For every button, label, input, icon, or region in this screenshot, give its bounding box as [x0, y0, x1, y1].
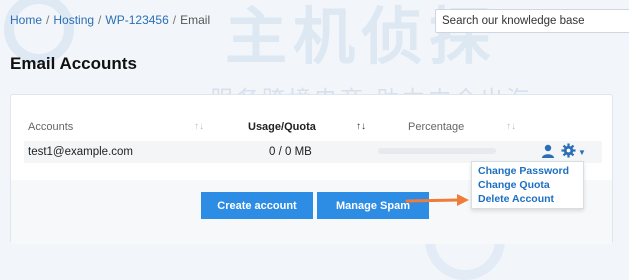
- column-header-percentage[interactable]: Percentage: [408, 121, 464, 133]
- breadcrumb: Home / Hosting / WP-123456/Email: [10, 13, 210, 27]
- breadcrumb-separator: /: [98, 13, 102, 27]
- sort-icon[interactable]: ↑↓: [194, 121, 204, 132]
- user-icon[interactable]: [541, 144, 555, 158]
- page-title: Email Accounts: [10, 54, 137, 73]
- percentage-bar: [378, 148, 496, 154]
- account-email: test1@example.com: [28, 146, 133, 158]
- menu-item-change-password[interactable]: Change Password: [478, 165, 569, 177]
- knowledge-base-search-input[interactable]: [435, 9, 629, 33]
- breadcrumb-separator: /: [46, 13, 50, 27]
- breadcrumb-hosting[interactable]: Hosting: [53, 13, 94, 27]
- breadcrumb-plan[interactable]: WP-123456: [105, 13, 168, 27]
- annotation-arrow: [405, 194, 469, 206]
- create-account-button[interactable]: Create account: [201, 192, 313, 219]
- sort-icon[interactable]: ↑↓: [356, 121, 366, 132]
- caret-down-icon[interactable]: ▼: [578, 148, 586, 157]
- menu-item-delete-account[interactable]: Delete Account: [478, 193, 554, 205]
- breadcrumb-current: Email: [180, 13, 211, 27]
- breadcrumb-home[interactable]: Home: [10, 13, 42, 27]
- column-header-usage[interactable]: Usage/Quota: [248, 121, 316, 133]
- sort-icon[interactable]: ↑↓: [506, 121, 516, 132]
- gear-icon[interactable]: [561, 143, 576, 158]
- breadcrumb-separator: /: [172, 13, 177, 27]
- usage-quota-value: 0 / 0 MB: [269, 146, 312, 158]
- column-header-accounts[interactable]: Accounts: [28, 121, 73, 133]
- menu-item-change-quota[interactable]: Change Quota: [478, 179, 550, 191]
